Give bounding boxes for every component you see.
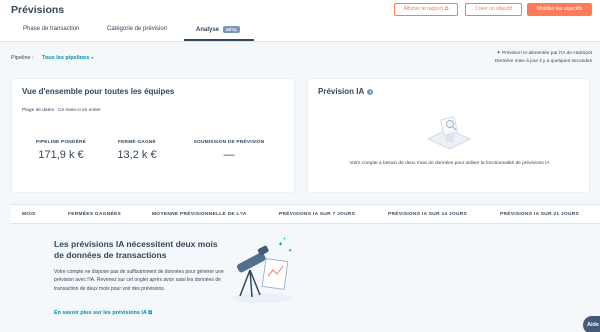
beta-badge: BÊTA [223,26,240,33]
pipeline-label: Pipeline : [11,55,34,61]
column-header[interactable]: PRÉVISIONS IA SUR 7 JOURS [279,212,355,217]
empty-state-title: Les prévisions IA nécessitent deux mois … [54,239,218,260]
active-tab-indicator [184,39,254,41]
overview-card: Vue d'ensemble pour toutes les équipes P… [11,78,295,193]
ai-powered-note: ✦ Prévision IA alimentée par l'IA de Hub… [495,50,592,58]
tab-forecast-category[interactable]: Catégorie de prévision [107,26,167,32]
kpi-forecast-submission: SOUMISSION DE PRÉVISION — [179,140,279,161]
create-goal-button[interactable]: Créer un objectif [465,3,522,16]
forecast-table-header: MOIS FERMÉES GAGNÉES MOYENNE PRÉVISIONNE… [11,204,600,224]
view-report-button[interactable]: Afficher le rapport ⧉ [394,3,458,16]
external-link-icon: ⧉ [444,6,449,12]
create-goal-label: Créer un objectif [475,6,512,12]
ai-forecast-title-text: Prévision IA [318,87,365,96]
tab-analysis-label: Analyse [196,27,220,34]
svg-text:✦: ✦ [288,248,292,254]
kpi-label: SOUMISSION DE PRÉVISION [193,140,265,145]
column-header[interactable]: FERMÉES GAGNÉES [68,212,121,217]
ai-note: ✦ Prévision IA alimentée par l'IA de Hub… [495,50,592,66]
svg-text:✦: ✦ [278,241,283,248]
ai-forecast-message: Votre compte a besoin de deux mois de do… [349,161,550,166]
ai-powered-text: Prévision IA alimentée par l'IA de HubSp… [502,51,592,56]
kpi-value: 13,2 k € [117,149,157,161]
telescope-illustration-icon: ✦ ✦ ✦ [232,236,292,303]
info-icon[interactable]: i [367,88,374,95]
learn-more-text: En savoir plus sur les prévisions IA [54,310,147,316]
empty-chart-illustration-icon [427,116,471,150]
edit-goals-label: Modifier les objectifs [536,6,583,12]
column-header[interactable]: PRÉVISIONS IA SUR 21 JOURS [500,212,579,217]
external-link-icon: ⧉ [146,310,153,316]
overview-card-title: Vue d'ensemble pour toutes les équipes [22,87,175,96]
column-header[interactable]: MOYENNE PRÉVISIONNELLE DE L'IA [152,212,247,217]
edit-goals-button[interactable]: Modifier les objectifs [527,3,592,16]
last-updated-text: Dernière mise à jour il y a quelques sec… [494,59,592,64]
kpi-weighted-pipeline: PIPELINE PONDÉRÉ 171,9 k € [21,140,101,161]
pipeline-dropdown-value: Tous les pipelines [42,55,90,61]
ai-forecast-title: Prévision IA i [318,87,374,96]
pipeline-dropdown[interactable]: Tous les pipelines ▾ [42,55,93,61]
kpi-label: PIPELINE PONDÉRÉ [35,140,87,145]
svg-text:✦: ✦ [283,236,287,241]
kpi-label: FERMÉ GAGNÉ [118,140,156,145]
kpi-value: 171,9 k € [38,149,84,161]
tab-deal-stage[interactable]: Phase de transaction [23,26,79,32]
ai-forecast-card: Prévision IA i Votre compte a besoin de d… [307,78,590,193]
column-header[interactable]: PRÉVISIONS IA SUR 14 JOURS [388,212,467,217]
chevron-down-icon: ▾ [91,55,94,60]
date-range-text: Plage de dates : Ce mois-ci en entier [22,108,101,113]
help-button[interactable]: Aide [583,316,600,332]
empty-state-body: Votre compte ne dispose pas de suffisamm… [54,269,224,292]
kpi-closed-won: FERMÉ GAGNÉ 13,2 k € [97,140,177,161]
tab-analysis[interactable]: Analyse BÊTA [196,26,240,33]
view-report-label: Afficher le rapport [403,6,443,12]
page-title: Prévisions [11,4,65,16]
kpi-value: — [223,149,235,161]
tab-bar: Phase de transaction Catégorie de prévis… [0,22,600,42]
column-header[interactable]: MOIS [22,212,35,217]
learn-more-link[interactable]: En savoir plus sur les prévisions IA ⧉ [54,310,152,317]
